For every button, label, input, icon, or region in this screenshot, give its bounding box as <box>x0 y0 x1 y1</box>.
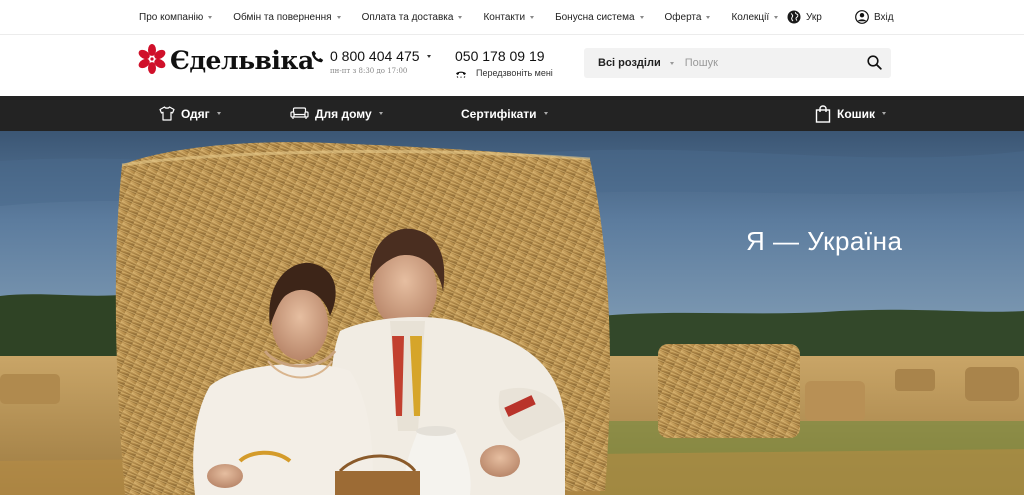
search-section-select[interactable]: Всі розділи <box>598 57 674 69</box>
header: Єдельвіка 0 800 404 475 пн-пт з 8:30 до … <box>0 35 1024 96</box>
top-nav-label: Оплата та доставка <box>361 12 454 23</box>
top-nav-label: Обмін та повернення <box>233 12 332 23</box>
top-nav-contacts[interactable]: Контакти <box>483 12 535 23</box>
main-nav-home[interactable]: Для дому <box>290 96 383 131</box>
phone-second-number[interactable]: 050 178 09 19 <box>455 48 553 64</box>
main-nav-clothing-label: Одяг <box>181 106 210 121</box>
top-nav-exchange[interactable]: Обмін та повернення <box>233 12 341 23</box>
phone-block-main: 0 800 404 475 пн-пт з 8:30 до 17:00 <box>311 48 431 75</box>
hero-image <box>0 131 1024 495</box>
top-nav-payment[interactable]: Оплата та доставка <box>362 12 463 23</box>
top-nav-offer[interactable]: Оферта <box>665 12 711 23</box>
main-nav-clothing[interactable]: Одяг <box>159 96 221 131</box>
search-input[interactable] <box>684 57 855 69</box>
chevron-down-icon <box>543 112 548 115</box>
top-nav-label: Бонусна система <box>555 12 635 23</box>
user-icon <box>855 10 869 24</box>
search-section-label: Всі розділи <box>598 57 661 69</box>
chevron-down-icon <box>336 16 341 19</box>
chevron-down-icon <box>882 112 887 115</box>
chevron-down-icon <box>378 112 383 115</box>
top-nav-collections[interactable]: Колекції <box>731 12 779 23</box>
logo-text: Єдельвіка <box>170 45 314 75</box>
search-bar: Всі розділи <box>584 48 891 78</box>
chevron-down-icon <box>208 16 213 19</box>
main-nav-certificates-label: Сертифікати <box>461 106 537 121</box>
top-bar: Про компанію Обмін та повернення Оплата … <box>0 0 1024 35</box>
login-label: Вхід <box>874 11 894 23</box>
top-nav-label: Про компанію <box>139 12 204 23</box>
search-button[interactable] <box>867 55 882 75</box>
sofa-icon <box>290 107 309 119</box>
chevron-down-icon <box>426 54 431 58</box>
phone-icon <box>311 50 324 62</box>
phone-block-second: 050 178 09 19 Передзвоніть мені <box>455 48 553 78</box>
language-switcher[interactable]: Укр <box>787 10 822 24</box>
chevron-down-icon <box>774 16 779 19</box>
main-nav: Одяг Для дому Сертифікати Кошик <box>0 96 1024 131</box>
chevron-down-icon <box>458 16 463 19</box>
main-nav-cart-label: Кошик <box>837 106 876 121</box>
top-nav: Про компанію Обмін та повернення Оплата … <box>139 0 799 35</box>
top-nav-label: Колекції <box>731 12 770 23</box>
login-link[interactable]: Вхід <box>855 10 894 24</box>
main-nav-home-label: Для дому <box>315 106 372 121</box>
main-nav-certificates[interactable]: Сертифікати <box>461 96 548 131</box>
phone-main-number: 0 800 404 475 <box>330 48 420 64</box>
main-nav-cart[interactable]: Кошик <box>815 96 887 131</box>
chevron-down-icon <box>216 112 221 115</box>
edelweiss-logo-icon <box>138 44 166 74</box>
chevron-down-icon <box>669 61 674 65</box>
search-icon <box>867 55 882 70</box>
top-nav-label: Контакти <box>483 12 526 23</box>
callback-label: Передзвоніть мені <box>476 68 553 78</box>
logo[interactable]: Єдельвіка <box>138 44 314 76</box>
shirt-icon <box>159 106 175 121</box>
cart-bag-icon <box>815 104 831 123</box>
globe-icon <box>787 10 801 24</box>
top-nav-label: Оферта <box>664 12 702 23</box>
chevron-down-icon <box>639 16 644 19</box>
top-nav-about[interactable]: Про компанію <box>139 12 213 23</box>
phone-hours: пн-пт з 8:30 до 17:00 <box>330 67 408 75</box>
language-label: Укр <box>806 11 822 23</box>
callback-icon <box>456 71 466 78</box>
top-nav-bonus[interactable]: Бонусна система <box>555 12 644 23</box>
phone-main[interactable]: 0 800 404 475 <box>311 48 431 64</box>
hero-banner[interactable]: Я — Україна <box>0 131 1024 495</box>
hero-title: Я — Україна <box>746 226 903 256</box>
chevron-down-icon <box>530 16 535 19</box>
chevron-down-icon <box>706 16 711 19</box>
callback-link[interactable]: Передзвоніть мені <box>455 68 553 78</box>
